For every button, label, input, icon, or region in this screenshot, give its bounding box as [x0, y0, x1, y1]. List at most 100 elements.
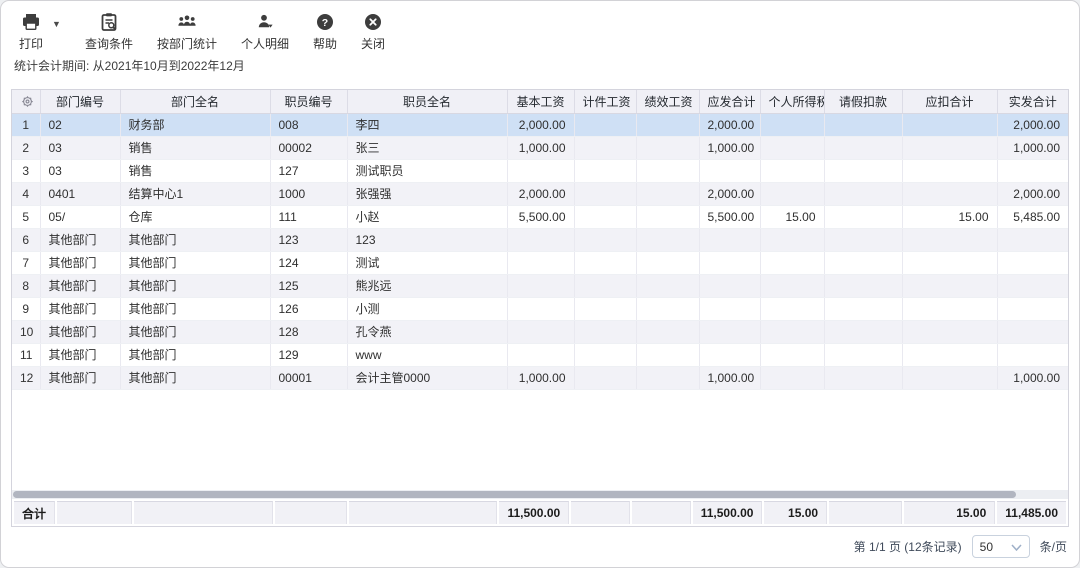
- table-row[interactable]: 12其他部门其他部门00001会计主管00001,000.001,000.001…: [12, 366, 1068, 389]
- cell: 结算中心1: [120, 182, 270, 205]
- query-conditions-button[interactable]: 查询条件: [85, 12, 133, 52]
- cell: [902, 343, 997, 366]
- column-header-emp-name: 职员全名: [347, 90, 507, 113]
- cell: [997, 251, 1068, 274]
- cell: [902, 136, 997, 159]
- personal-detail-button[interactable]: 个人明细: [241, 12, 289, 52]
- cell: [507, 251, 574, 274]
- cell: 2,000.00: [997, 113, 1068, 136]
- cell: 123: [347, 228, 507, 251]
- cell: 5,485.00: [997, 205, 1068, 228]
- cell: 1,000.00: [507, 366, 574, 389]
- cell: [760, 159, 824, 182]
- row-number: 10: [12, 320, 40, 343]
- cell: [636, 113, 699, 136]
- cell: 其他部门: [40, 251, 120, 274]
- query-conditions-icon: [99, 12, 119, 32]
- table-row[interactable]: 40401结算中心11000张强强2,000.002,000.002,000.0…: [12, 182, 1068, 205]
- total-cell: [349, 501, 497, 524]
- total-performance-wage: [632, 501, 691, 524]
- cell: [902, 366, 997, 389]
- cell: 02: [40, 113, 120, 136]
- cell: [902, 297, 997, 320]
- cell: [699, 251, 760, 274]
- cell: 2,000.00: [507, 113, 574, 136]
- print-dropdown-caret-icon[interactable]: ▼: [52, 19, 61, 29]
- cell: [699, 297, 760, 320]
- horizontal-scrollbar[interactable]: [12, 490, 1068, 499]
- cell: [636, 343, 699, 366]
- table-row[interactable]: 102财务部008李四2,000.002,000.002,000.00: [12, 113, 1068, 136]
- cell: 128: [270, 320, 347, 343]
- cell: [574, 136, 636, 159]
- row-number: 3: [12, 159, 40, 182]
- cell: [574, 251, 636, 274]
- table-row[interactable]: 6其他部门其他部门123123: [12, 228, 1068, 251]
- table-row[interactable]: 203销售00002张三1,000.001,000.001,000.00: [12, 136, 1068, 159]
- table-row[interactable]: 303销售127测试职员: [12, 159, 1068, 182]
- table-row[interactable]: 11其他部门其他部门129www: [12, 343, 1068, 366]
- cell: [997, 297, 1068, 320]
- cell: 会计主管0000: [347, 366, 507, 389]
- cell: 15.00: [902, 205, 997, 228]
- cell: 2,000.00: [699, 182, 760, 205]
- cell: 小测: [347, 297, 507, 320]
- cell: 00002: [270, 136, 347, 159]
- cell: [699, 159, 760, 182]
- close-icon: [363, 12, 383, 32]
- column-header-piece-wage: 计件工资: [574, 90, 636, 113]
- cell: [824, 297, 902, 320]
- cell: 1,000.00: [997, 136, 1068, 159]
- close-button[interactable]: 关闭: [361, 12, 385, 52]
- cell: 1,000.00: [699, 136, 760, 159]
- horizontal-scrollbar-thumb[interactable]: [13, 491, 1016, 498]
- cell: [824, 343, 902, 366]
- total-base-salary: 11,500.00: [499, 501, 569, 524]
- salary-grid: 部门编号 部门全名 职员编号 职员全名 基本工资 计件工资 绩效工资 应发合计 …: [12, 90, 1068, 390]
- cell: [507, 159, 574, 182]
- cell: [699, 228, 760, 251]
- cell: [636, 297, 699, 320]
- table-row[interactable]: 10其他部门其他部门128孔令燕: [12, 320, 1068, 343]
- print-label: 打印: [19, 35, 43, 52]
- cell: 008: [270, 113, 347, 136]
- department-statistics-icon: [177, 12, 197, 32]
- cell: [574, 343, 636, 366]
- cell: [760, 228, 824, 251]
- cell: [760, 366, 824, 389]
- row-number: 11: [12, 343, 40, 366]
- print-button[interactable]: 打印: [19, 12, 43, 52]
- help-button[interactable]: ? 帮助: [313, 12, 337, 52]
- table-row[interactable]: 9其他部门其他部门126小测: [12, 297, 1068, 320]
- cell: 其他部门: [120, 320, 270, 343]
- cell: [760, 320, 824, 343]
- cell: 其他部门: [40, 228, 120, 251]
- table-row[interactable]: 7其他部门其他部门124测试: [12, 251, 1068, 274]
- grid-settings-button[interactable]: [12, 90, 40, 113]
- page-size-select[interactable]: 50: [972, 535, 1030, 558]
- total-cell: [57, 501, 132, 524]
- cell: [507, 297, 574, 320]
- row-number: 6: [12, 228, 40, 251]
- table-row[interactable]: 505/仓库111小赵5,500.005,500.0015.0015.005,4…: [12, 205, 1068, 228]
- cell: [636, 320, 699, 343]
- printer-icon: [21, 12, 41, 32]
- column-header-performance-wage: 绩效工资: [636, 90, 699, 113]
- total-cell: [134, 501, 273, 524]
- row-number: 9: [12, 297, 40, 320]
- print-button-group: 打印 ▼: [19, 12, 61, 52]
- cell: 111: [270, 205, 347, 228]
- total-net: 11,485.00: [997, 501, 1066, 524]
- svg-text:?: ?: [322, 17, 328, 29]
- row-number: 1: [12, 113, 40, 136]
- row-number: 4: [12, 182, 40, 205]
- table-row[interactable]: 8其他部门其他部门125熊兆远: [12, 274, 1068, 297]
- cell: [636, 205, 699, 228]
- row-number: 8: [12, 274, 40, 297]
- column-header-deduction-total: 应扣合计: [902, 90, 997, 113]
- cell: [997, 159, 1068, 182]
- cell: 127: [270, 159, 347, 182]
- department-statistics-button[interactable]: 按部门统计: [157, 12, 217, 52]
- salary-table: 部门编号 部门全名 职员编号 职员全名 基本工资 计件工资 绩效工资 应发合计 …: [11, 89, 1069, 527]
- row-number: 7: [12, 251, 40, 274]
